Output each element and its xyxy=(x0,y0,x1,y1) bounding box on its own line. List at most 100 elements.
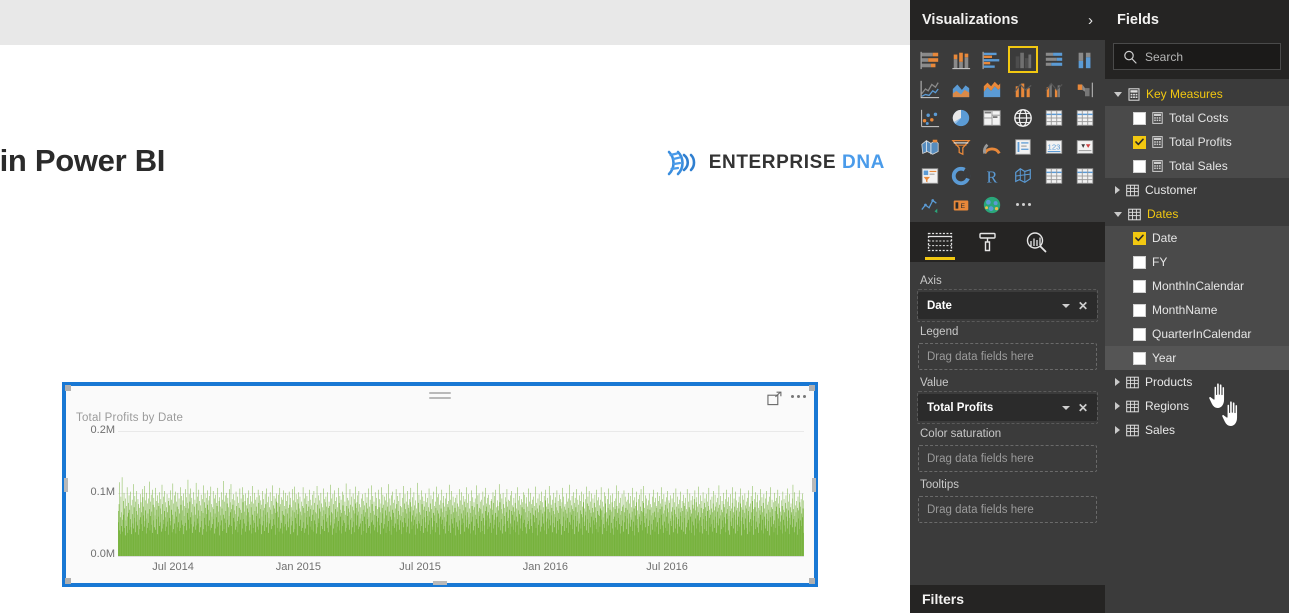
viz-type-shape-map[interactable] xyxy=(1008,162,1037,189)
field-item-year[interactable]: Year xyxy=(1105,346,1289,370)
well-label-color-saturation: Color saturation xyxy=(920,428,1002,440)
viz-type-treemap[interactable] xyxy=(977,104,1006,131)
field-item-quarterincalendar[interactable]: QuarterInCalendar xyxy=(1105,322,1289,346)
field-item-total-profits[interactable]: Total Profits xyxy=(1105,130,1289,154)
visualizations-pane-tabs[interactable] xyxy=(910,222,1105,262)
column-chart-visual[interactable]: Total Profits by Date 0.2M 0.1M 0.0M Jul… xyxy=(62,382,818,587)
report-canvas[interactable]: ng in Power BI ENTERPRI xyxy=(0,45,910,613)
viz-type-100-percent-stacked-bar-chart[interactable] xyxy=(1040,46,1069,73)
viz-type-line-and-clustered-column-chart[interactable] xyxy=(1040,75,1069,102)
viz-type-clustered-column-chart[interactable] xyxy=(1008,46,1038,73)
viz-type-filled-map[interactable] xyxy=(915,133,944,160)
chevron-right-icon[interactable] xyxy=(1115,378,1120,386)
resize-handle-left[interactable] xyxy=(64,477,68,492)
viz-type-gauge[interactable] xyxy=(977,133,1006,160)
viz-type-stacked-area-chart[interactable] xyxy=(977,75,1006,102)
field-table-products[interactable]: Products xyxy=(1105,370,1289,394)
well-tooltips-dropzone[interactable]: Drag data fields here xyxy=(918,496,1097,523)
resize-handle-top-left[interactable] xyxy=(65,385,71,391)
viz-type-funnel[interactable] xyxy=(946,133,975,160)
well-axis-chip[interactable]: Date ✕ xyxy=(918,292,1097,319)
viz-type-pie-chart[interactable] xyxy=(946,104,975,131)
chevron-right-icon[interactable] xyxy=(1115,426,1120,434)
field-checkbox[interactable] xyxy=(1133,279,1146,293)
viz-type-scatter-chart[interactable] xyxy=(915,104,944,131)
chevron-right-icon[interactable]: › xyxy=(1088,13,1093,28)
viz-type-map[interactable] xyxy=(1008,104,1037,131)
well-legend-dropzone[interactable]: Drag data fields here xyxy=(918,343,1097,370)
field-checkbox[interactable] xyxy=(1133,255,1146,269)
viz-type-r-script-visual[interactable]: R xyxy=(977,162,1006,189)
remove-field-icon[interactable]: ✕ xyxy=(1078,402,1088,414)
field-checkbox[interactable] xyxy=(1133,303,1146,317)
resize-handle-bottom-right[interactable] xyxy=(809,578,815,584)
field-table-dates[interactable]: Dates xyxy=(1105,202,1289,226)
filters-section-header[interactable]: Filters xyxy=(910,585,1105,613)
field-table-customer[interactable]: Customer xyxy=(1105,178,1289,202)
viz-type-stacked-bar-chart[interactable] xyxy=(915,46,944,73)
viz-type-kpi[interactable] xyxy=(1071,133,1100,160)
chevron-down-icon[interactable] xyxy=(1114,91,1122,97)
well-label-tooltips: Tooltips xyxy=(920,479,959,491)
search-input[interactable]: Search xyxy=(1113,43,1281,70)
chevron-down-icon[interactable] xyxy=(1114,211,1122,217)
focus-mode-icon[interactable] xyxy=(767,391,782,406)
resize-handle-top-right[interactable] xyxy=(809,385,815,391)
field-item-monthname[interactable]: MonthName xyxy=(1105,298,1289,322)
analytics-tab[interactable] xyxy=(1012,222,1060,262)
resize-handle-bottom-left[interactable] xyxy=(65,578,71,584)
viz-type-area-chart[interactable] xyxy=(946,75,975,102)
field-table-sales[interactable]: Sales xyxy=(1105,418,1289,442)
visualization-type-grid[interactable]: 123 R E xyxy=(910,40,1105,222)
field-table-key-measures[interactable]: Key Measures xyxy=(1105,82,1289,106)
more-options-ellipsis-icon[interactable] xyxy=(791,395,806,402)
viz-type-slicer[interactable] xyxy=(915,162,944,189)
viz-type-table-alt[interactable] xyxy=(1040,162,1069,189)
field-item-monthincalendar[interactable]: MonthInCalendar xyxy=(1105,274,1289,298)
bar-series[interactable] xyxy=(118,431,804,556)
drag-grip-icon[interactable] xyxy=(429,392,451,402)
chevron-right-icon[interactable] xyxy=(1115,402,1120,410)
field-table-regions[interactable]: Regions xyxy=(1105,394,1289,418)
viz-type-globe-map[interactable] xyxy=(977,191,1006,218)
viz-type-key-influencers[interactable] xyxy=(915,191,944,218)
field-checkbox[interactable] xyxy=(1133,351,1146,365)
x-tick-label: Jan 2015 xyxy=(275,561,322,573)
chevron-down-icon[interactable] xyxy=(1061,303,1070,308)
field-item-total-costs[interactable]: Total Costs xyxy=(1105,106,1289,130)
viz-type-esri-maps[interactable]: E xyxy=(946,191,975,218)
viz-type-matrix-alt[interactable] xyxy=(1071,162,1100,189)
table-icon xyxy=(1128,208,1141,220)
viz-type-donut-chart[interactable] xyxy=(946,162,975,189)
viz-type-clustered-bar-chart[interactable] xyxy=(977,46,1006,73)
field-item-fy[interactable]: FY xyxy=(1105,250,1289,274)
viz-type-card[interactable]: 123 xyxy=(1040,133,1069,160)
fields-tree[interactable]: Key Measures Total Costs Total Profits Tota… xyxy=(1105,79,1289,442)
chevron-down-icon[interactable] xyxy=(1061,405,1070,410)
field-checkbox[interactable] xyxy=(1133,135,1146,149)
viz-type-stacked-column-chart[interactable] xyxy=(946,46,975,73)
fields-tab[interactable] xyxy=(916,222,964,262)
viz-type-100-percent-stacked-column-chart[interactable] xyxy=(1071,46,1100,73)
chevron-right-icon[interactable] xyxy=(1115,186,1120,194)
table-alt-icon xyxy=(1044,166,1064,186)
viz-type-line-and-stacked-column-chart[interactable] xyxy=(1008,75,1037,102)
field-checkbox[interactable] xyxy=(1133,159,1146,173)
well-value-chip[interactable]: Total Profits ✕ xyxy=(918,394,1097,421)
field-item-total-sales[interactable]: Total Sales xyxy=(1105,154,1289,178)
field-checkbox[interactable] xyxy=(1133,231,1146,245)
resize-handle-bottom[interactable] xyxy=(433,581,447,585)
well-color-saturation-dropzone[interactable]: Drag data fields here xyxy=(918,445,1097,472)
format-tab[interactable] xyxy=(964,222,1012,262)
viz-type-line-chart[interactable] xyxy=(915,75,944,102)
field-checkbox[interactable] xyxy=(1133,327,1146,341)
viz-type-multi-row-card[interactable] xyxy=(1008,133,1037,160)
viz-type-more-visuals-ellipsis[interactable] xyxy=(1008,191,1037,218)
viz-type-ribbon-chart[interactable] xyxy=(1071,75,1100,102)
field-checkbox[interactable] xyxy=(1133,111,1146,125)
field-item-date[interactable]: Date xyxy=(1105,226,1289,250)
viz-type-table[interactable] xyxy=(1040,104,1069,131)
viz-type-matrix[interactable] xyxy=(1071,104,1100,131)
remove-field-icon[interactable]: ✕ xyxy=(1078,300,1088,312)
resize-handle-right[interactable] xyxy=(812,477,816,492)
